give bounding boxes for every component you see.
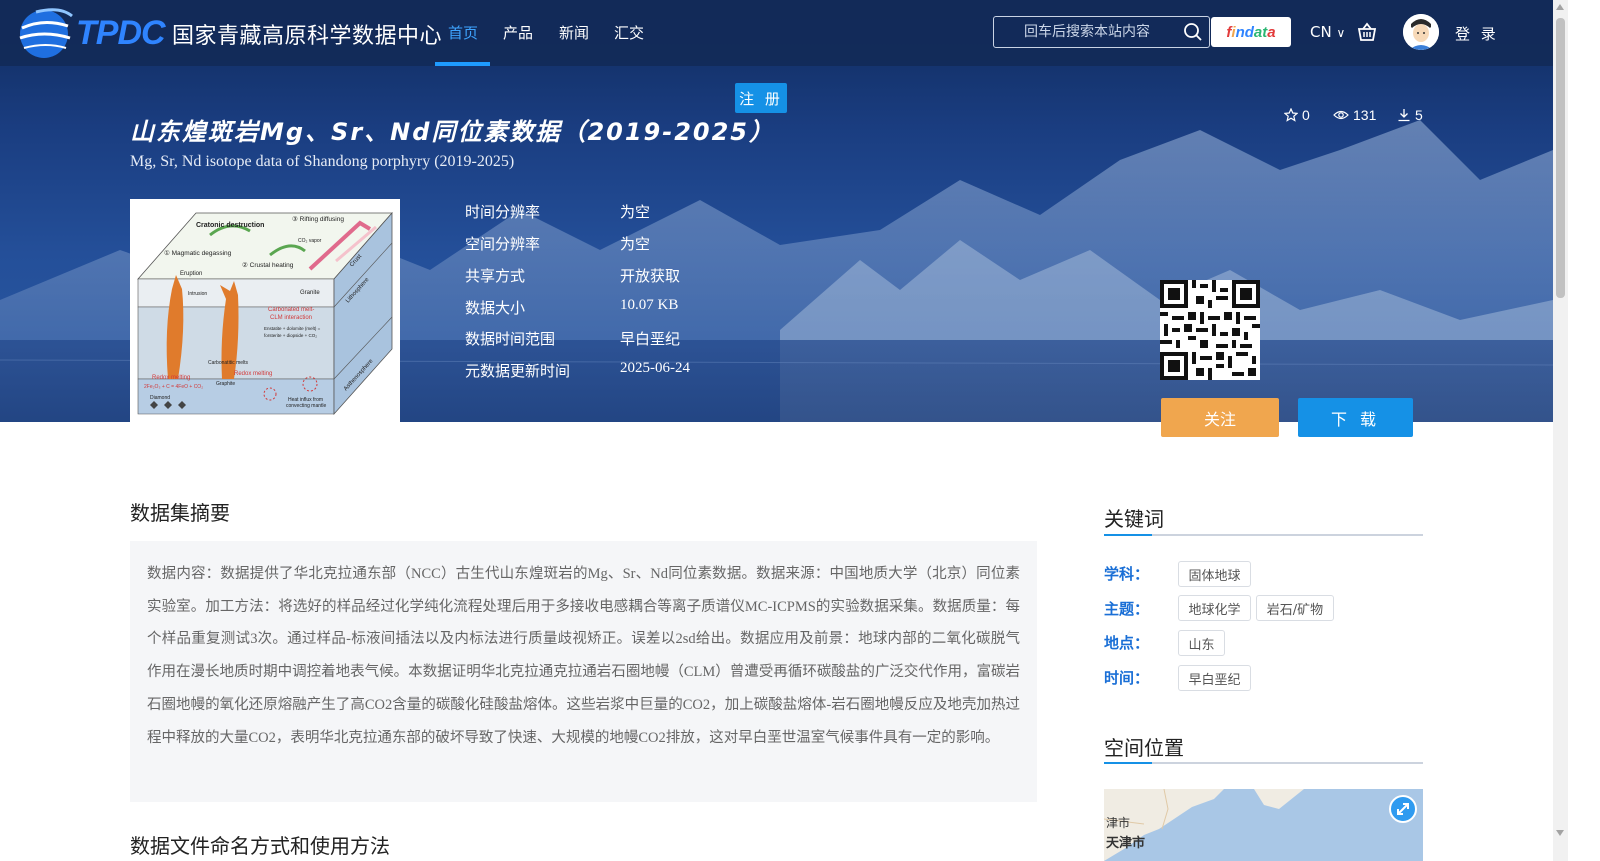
diagram-label: forsterite + diopside + CO₂ bbox=[264, 333, 317, 338]
diagram-label: Diamond bbox=[150, 395, 170, 401]
meta-label-time-range: 数据时间范围 bbox=[465, 330, 556, 348]
keyword-label-theme: 主题： bbox=[1104, 600, 1150, 618]
findata-button[interactable]: findata bbox=[1211, 17, 1291, 47]
diagram-label: Carbonatitic melts bbox=[208, 360, 249, 366]
language-switcher[interactable]: CN ∨ bbox=[1310, 23, 1345, 41]
diagram-label: Enstatite + dolomite (melt) = bbox=[264, 326, 321, 331]
map-label-tianjin: 天津市 bbox=[1106, 835, 1145, 851]
keyword-label-time: 时间： bbox=[1104, 669, 1150, 687]
nav-home[interactable]: 首页 bbox=[448, 22, 478, 43]
download-button[interactable]: 下 载 bbox=[1298, 398, 1413, 437]
search-input[interactable] bbox=[993, 16, 1210, 48]
abstract-text: 数据内容：数据提供了华北克拉通东部（NCC）古生代山东煌斑岩的Mg、Sr、Nd同… bbox=[147, 566, 1020, 746]
diagram-label: Cratonic destruction bbox=[196, 222, 264, 229]
meta-label-updated: 元数据更新时间 bbox=[465, 362, 571, 380]
map-tiles: 津市 天津市 bbox=[1104, 789, 1423, 861]
star-count[interactable]: 0 bbox=[1284, 107, 1310, 123]
location-divider-accent bbox=[1104, 762, 1152, 764]
keyword-tag[interactable]: 地球化学 bbox=[1178, 595, 1251, 621]
expand-icon bbox=[1397, 803, 1409, 815]
diagram-label: CO₂ vapor bbox=[298, 238, 322, 244]
globe-logo-icon[interactable] bbox=[16, 4, 76, 62]
diagram-label: Graphite bbox=[216, 381, 235, 387]
nav-news[interactable]: 新闻 bbox=[559, 22, 589, 43]
meta-value-updated: 2025-06-24 bbox=[620, 360, 690, 376]
follow-button[interactable]: 关注 bbox=[1161, 398, 1279, 437]
location-heading: 空间位置 bbox=[1104, 736, 1184, 760]
dataset-thumbnail: Cratonic destruction ③ Rifting diffusing… bbox=[130, 199, 400, 422]
meta-label-size: 数据大小 bbox=[465, 299, 526, 317]
nav-products[interactable]: 产品 bbox=[503, 22, 533, 43]
meta-label-spatial-resolution: 空间分辨率 bbox=[465, 235, 541, 253]
search-icon[interactable] bbox=[1183, 22, 1203, 42]
dataset-title: 山东煌斑岩Mg、Sr、Nd同位素数据（2019-2025） bbox=[130, 118, 776, 146]
map-expand-button[interactable] bbox=[1389, 795, 1417, 823]
geology-diagram: Cratonic destruction ③ Rifting diffusing… bbox=[130, 199, 400, 422]
file-naming-heading: 数据文件命名方式和使用方法 bbox=[130, 834, 390, 858]
meta-label-time-resolution: 时间分辨率 bbox=[465, 203, 541, 221]
diagram-label: Redox melting bbox=[234, 371, 272, 377]
scroll-down-arrow-icon[interactable] bbox=[1556, 830, 1564, 836]
view-count: 131 bbox=[1333, 107, 1376, 123]
keywords-heading: 关键词 bbox=[1104, 507, 1164, 531]
abstract-panel: 数据内容：数据提供了华北克拉通东部（NCC）古生代山东煌斑岩的Mg、Sr、Nd同… bbox=[130, 541, 1037, 802]
map-label-tianjin-city: 津市 bbox=[1106, 815, 1130, 830]
abstract-heading: 数据集摘要 bbox=[130, 501, 230, 525]
keyword-tag[interactable]: 岩石/矿物 bbox=[1256, 595, 1334, 621]
diagram-label: ① Magmatic degassing bbox=[164, 249, 232, 257]
keyword-label-discipline: 学科： bbox=[1104, 565, 1150, 583]
chevron-down-icon: ∨ bbox=[1336, 26, 1346, 40]
diagram-label: 2Fe₂O₃ + C = 4FeO + CO₂ bbox=[144, 384, 203, 390]
diagram-label: ③ Rifting diffusing bbox=[292, 215, 344, 223]
eye-icon bbox=[1333, 110, 1349, 120]
diagram-label: convecting mantle bbox=[286, 403, 327, 409]
download-count: 5 bbox=[1397, 107, 1423, 123]
user-avatar-icon bbox=[1403, 14, 1439, 50]
meta-value-spatial-resolution: 为空 bbox=[620, 237, 651, 253]
meta-value-size: 10.07 KB bbox=[620, 297, 679, 313]
diagram-label: Granite bbox=[300, 290, 320, 296]
site-name[interactable]: 国家青藏高原科学数据中心 bbox=[172, 18, 442, 50]
meta-value-time-resolution: 为空 bbox=[620, 205, 651, 221]
diagram-label: CLM interaction bbox=[270, 315, 312, 321]
scroll-up-arrow-icon[interactable] bbox=[1556, 4, 1564, 10]
login-link[interactable]: 登 录 bbox=[1455, 23, 1499, 44]
keyword-tag[interactable]: 固体地球 bbox=[1178, 561, 1251, 587]
top-navigation-bar: TPDC 国家青藏高原科学数据中心 首页 产品 新闻 汇交 findata CN… bbox=[0, 0, 1553, 66]
qr-code bbox=[1160, 280, 1260, 380]
register-button[interactable]: 注 册 bbox=[735, 83, 787, 113]
keyword-label-location: 地点： bbox=[1104, 634, 1150, 652]
star-icon bbox=[1284, 108, 1298, 122]
location-map[interactable]: 津市 天津市 bbox=[1104, 789, 1423, 861]
scrollbar-thumb[interactable] bbox=[1556, 18, 1565, 298]
meta-value-sharing: 开放获取 bbox=[620, 269, 681, 285]
keywords-divider-accent bbox=[1104, 534, 1152, 536]
basket-icon[interactable] bbox=[1356, 21, 1378, 43]
diagram-label: Carbonated melt- bbox=[268, 307, 314, 313]
keyword-tag[interactable]: 早白垩纪 bbox=[1178, 665, 1251, 691]
nav-submit[interactable]: 汇交 bbox=[614, 22, 644, 43]
dataset-subtitle: Mg, Sr, Nd isotope data of Shandong porp… bbox=[130, 153, 515, 170]
download-icon bbox=[1398, 109, 1410, 122]
diagram-label: Redox melting bbox=[152, 375, 190, 381]
user-avatar[interactable] bbox=[1403, 14, 1439, 50]
diagram-label: ② Crustal heating bbox=[242, 261, 294, 269]
diagram-label: Eruption bbox=[180, 271, 202, 277]
meta-value-time-range: 早白垩纪 bbox=[620, 332, 681, 348]
diagram-label: Intrusion bbox=[188, 291, 207, 297]
keyword-tag[interactable]: 山东 bbox=[1178, 630, 1225, 656]
meta-label-sharing: 共享方式 bbox=[465, 267, 526, 285]
nav-active-indicator bbox=[435, 62, 490, 66]
logo-wordmark[interactable]: TPDC bbox=[76, 14, 166, 53]
